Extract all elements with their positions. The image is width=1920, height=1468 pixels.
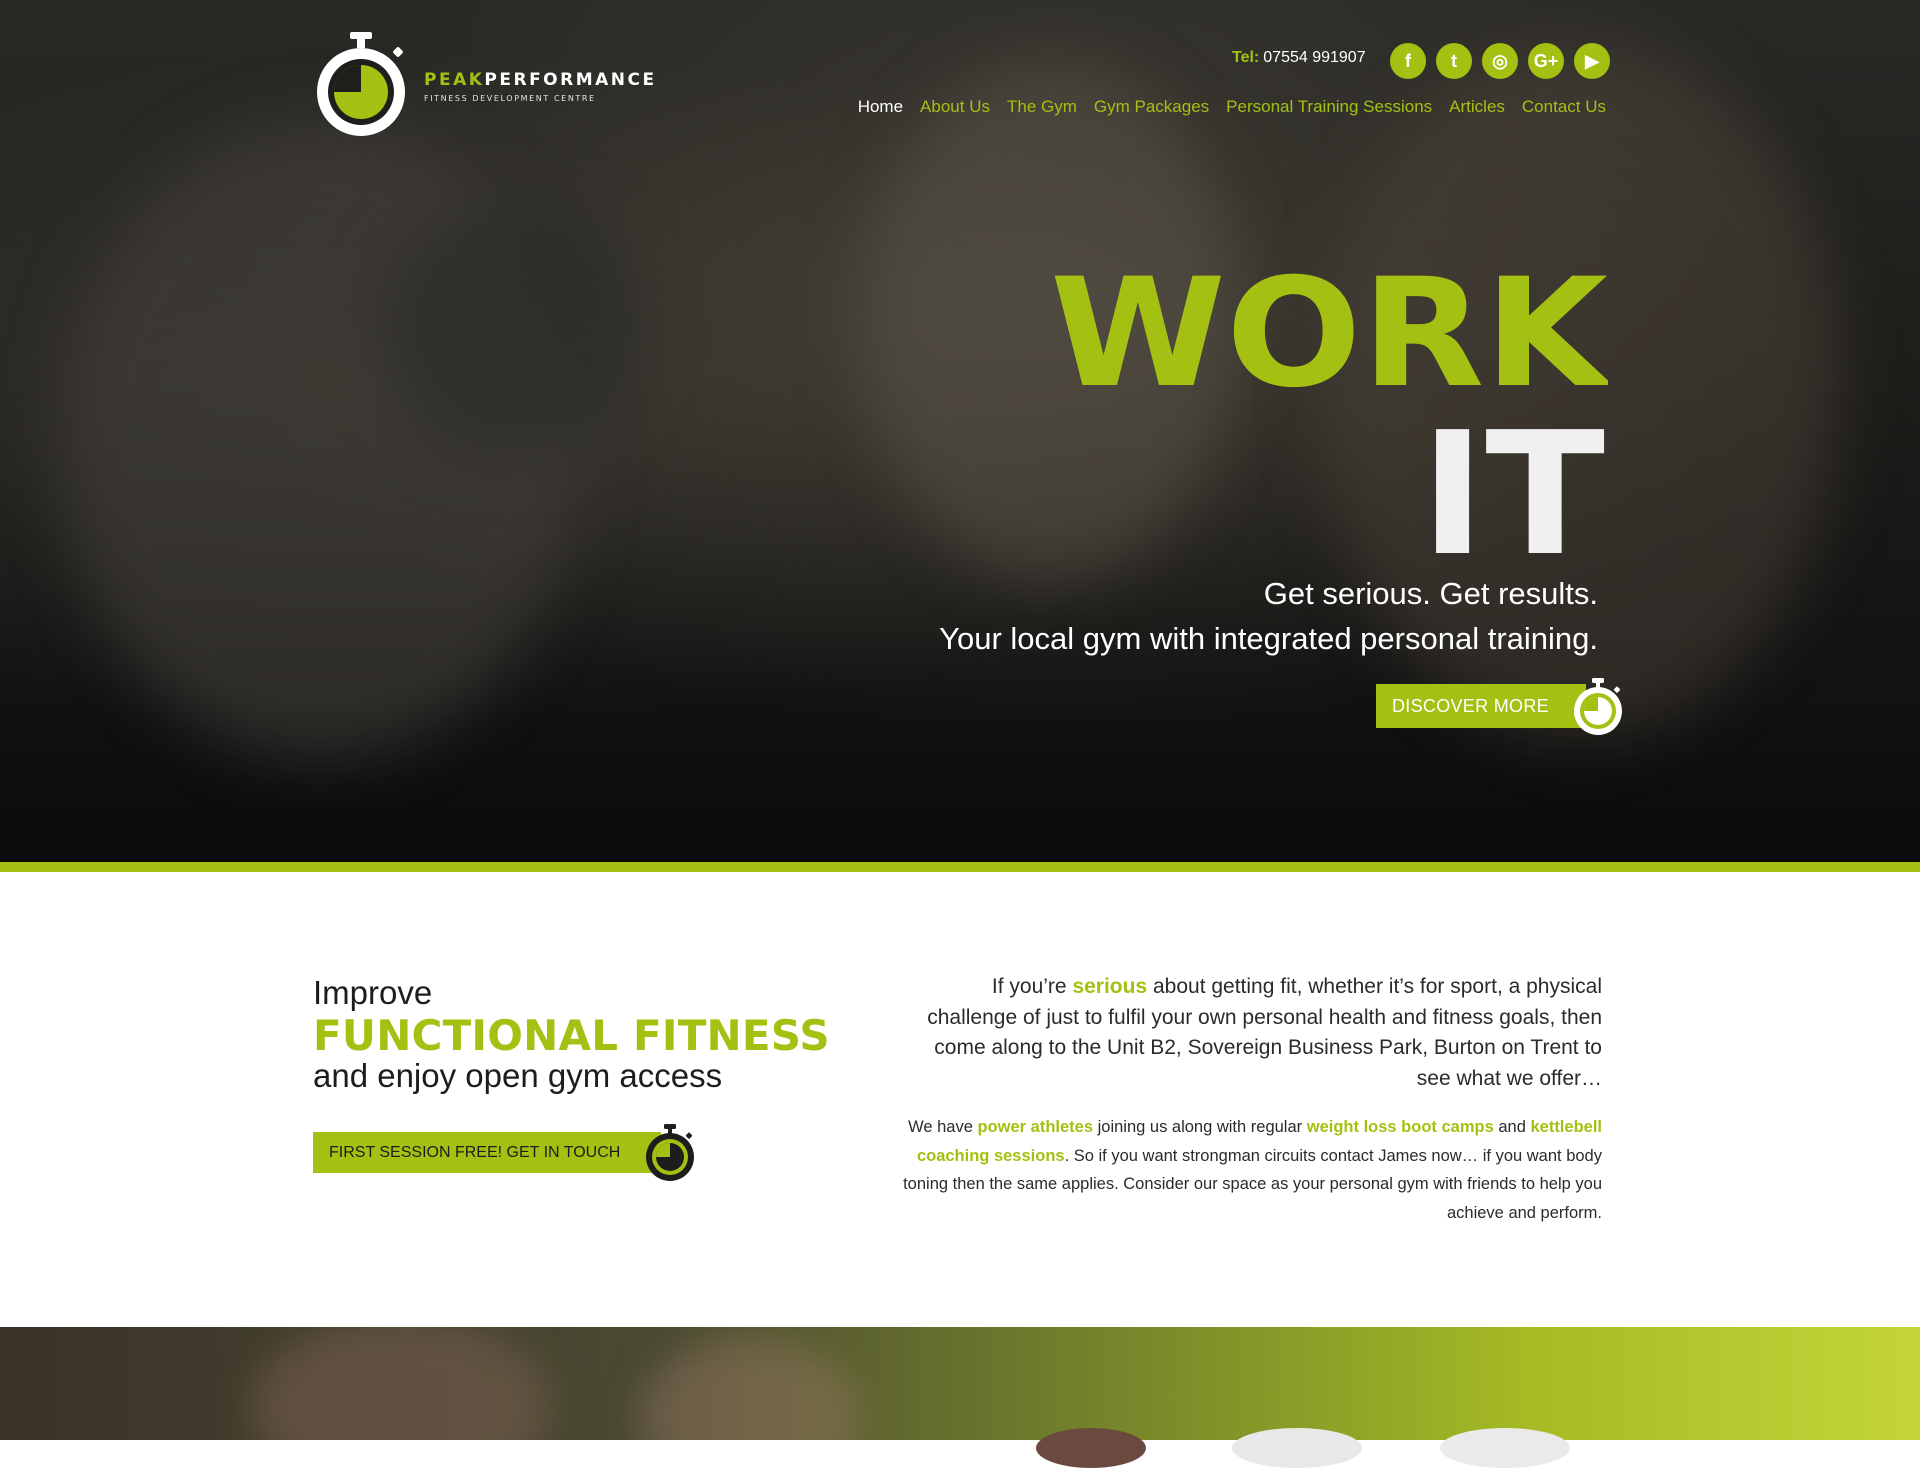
intro-heading-main: FUNCTIONAL FITNESS (313, 1011, 830, 1060)
nav-articles[interactable]: Articles (1449, 97, 1505, 117)
headline-work: WORK (1050, 262, 1608, 392)
twitter-icon[interactable]: t (1436, 43, 1472, 79)
site-logo[interactable]: PEAKPERFORMANCE FITNESS DEVELOPMENT CENT… (312, 30, 657, 142)
nav-gym-packages[interactable]: Gym Packages (1094, 97, 1209, 117)
hero-tagline-1: Get serious. Get results. (1263, 576, 1598, 611)
p2-text-e: and (1493, 1118, 1531, 1136)
headline-it-text: IT (1420, 410, 1605, 555)
stopwatch-logo-icon (317, 32, 405, 136)
p2-text-c: joining us along with regular (1093, 1118, 1307, 1136)
headline-work-text: WORK (1050, 262, 1608, 392)
tel-label: Tel: (1232, 49, 1260, 66)
logo-name: PEAKPERFORMANCE (424, 70, 657, 90)
services-banner (0, 1327, 1920, 1440)
p1-highlight-serious: serious (1072, 975, 1148, 998)
youtube-icon[interactable]: ▶ (1574, 43, 1610, 79)
discover-more-button[interactable]: DISCOVER MORE (1376, 684, 1586, 728)
service-circle-3[interactable] (1440, 1428, 1570, 1468)
nav-the-gym[interactable]: The Gym (1007, 97, 1077, 117)
logo-subtitle: FITNESS DEVELOPMENT CENTRE (424, 93, 596, 103)
main-nav: Home About Us The Gym Gym Packages Perso… (858, 97, 1606, 117)
p2-link-weight-loss[interactable]: weight loss boot camps (1307, 1118, 1494, 1136)
logo-name-rest: PERFORMANCE (484, 69, 657, 90)
stopwatch-icon (646, 1124, 694, 1181)
intro-paragraph-2: We have power athletes joining us along … (900, 1113, 1602, 1227)
banner-photo-left (250, 1327, 550, 1440)
nav-home[interactable]: Home (858, 97, 903, 117)
logo-name-accent: PEAK (424, 69, 485, 90)
nav-personal-training[interactable]: Personal Training Sessions (1226, 97, 1432, 117)
phone-number[interactable]: Tel: 07554 991907 (1232, 49, 1366, 67)
facebook-icon[interactable]: f (1390, 43, 1426, 79)
google-plus-icon[interactable]: G+ (1528, 43, 1564, 79)
hero-accent-bar (0, 862, 1920, 872)
service-circle-1[interactable] (1036, 1428, 1146, 1468)
intro-heading-line3: and enjoy open gym access (313, 1057, 723, 1094)
hero-section: PEAKPERFORMANCE FITNESS DEVELOPMENT CENT… (0, 0, 1920, 862)
hero-photo-equipment (380, 200, 640, 460)
intro-heading-line1: Improve (313, 974, 433, 1011)
stopwatch-icon (1574, 678, 1622, 735)
nav-contact-us[interactable]: Contact Us (1522, 97, 1606, 117)
logo-text: PEAKPERFORMANCE FITNESS DEVELOPMENT CENT… (424, 70, 657, 103)
hero-tagline-2: Your local gym with integrated personal … (939, 621, 1598, 656)
p2-text-a: We have (908, 1118, 978, 1136)
intro-paragraph-1: If you’re serious about getting fit, whe… (900, 972, 1602, 1094)
p2-link-power-athletes[interactable]: power athletes (977, 1118, 1093, 1136)
instagram-icon[interactable]: ◎ (1482, 43, 1518, 79)
banner-photo-mid (640, 1337, 860, 1440)
first-session-free-button[interactable]: FIRST SESSION FREE! GET IN TOUCH (313, 1132, 661, 1173)
p1-text-a: If you’re (991, 975, 1073, 998)
service-circle-2[interactable] (1232, 1428, 1362, 1468)
nav-about-us[interactable]: About Us (920, 97, 990, 117)
tel-number: 07554 991907 (1263, 49, 1366, 66)
social-icons: f t ◎ G+ ▶ (1390, 43, 1610, 79)
headline-it: IT (1420, 410, 1605, 555)
